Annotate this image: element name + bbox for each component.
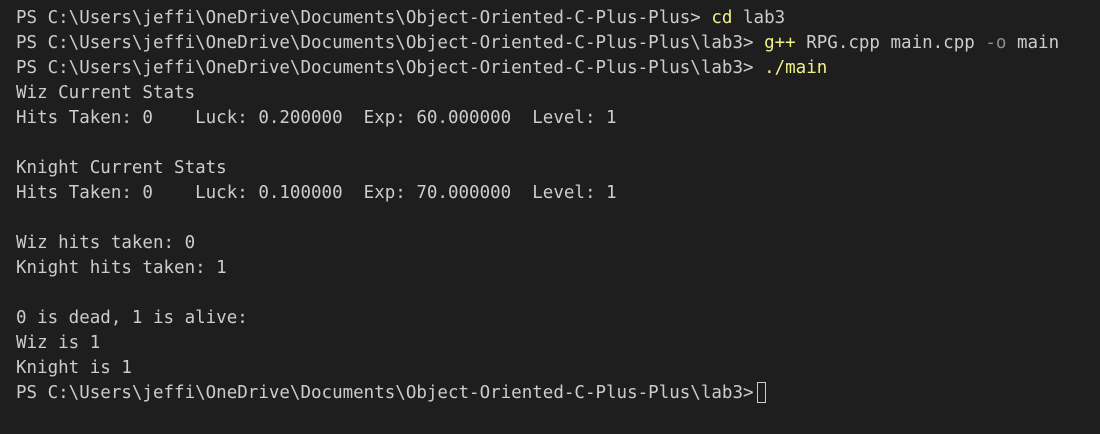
output-line-blank (16, 131, 1100, 156)
prompt: PS C:\Users\jeffi\OneDrive\Documents\Obj… (16, 58, 754, 78)
output-line: Wiz Current Stats (16, 83, 196, 103)
command-name: g++ (764, 33, 796, 53)
terminal-window[interactable]: PS C:\Users\jeffi\OneDrive\Documents\Obj… (0, 0, 1100, 434)
command-line-compile: PS C:\Users\jeffi\OneDrive\Documents\Obj… (16, 31, 1100, 56)
output-line: Knight is 1 (16, 358, 132, 378)
prompt: PS C:\Users\jeffi\OneDrive\Documents\Obj… (16, 33, 754, 53)
command-flag: -o (985, 33, 1007, 53)
command-line-run: PS C:\Users\jeffi\OneDrive\Documents\Obj… (16, 56, 1100, 81)
command-name: cd (711, 8, 733, 28)
command-args: lab3 (743, 8, 786, 28)
output-line: Knight hits taken: 1 (16, 258, 227, 278)
final-prompt-line[interactable]: PS C:\Users\jeffi\OneDrive\Documents\Obj… (16, 381, 1100, 406)
output-line: Wiz is 1 (16, 333, 101, 353)
command-args: RPG.cpp main.cpp (806, 33, 975, 53)
output-line: 0 is dead, 1 is alive: (16, 308, 248, 328)
command-line-cd: PS C:\Users\jeffi\OneDrive\Documents\Obj… (16, 6, 1100, 31)
output-line: Knight Current Stats (16, 158, 227, 178)
output-line: Hits Taken: 0 Luck: 0.200000 Exp: 60.000… (16, 108, 617, 128)
command-name: ./main (764, 58, 828, 78)
prompt: PS C:\Users\jeffi\OneDrive\Documents\Obj… (16, 383, 754, 403)
output-line-blank (16, 206, 1100, 231)
output-line-blank (16, 281, 1100, 306)
output-line: Wiz hits taken: 0 (16, 233, 196, 253)
output-line: Hits Taken: 0 Luck: 0.100000 Exp: 70.000… (16, 183, 617, 203)
command-output-name: main (1016, 33, 1060, 53)
prompt: PS C:\Users\jeffi\OneDrive\Documents\Obj… (16, 8, 701, 28)
text-cursor[interactable] (756, 382, 766, 403)
